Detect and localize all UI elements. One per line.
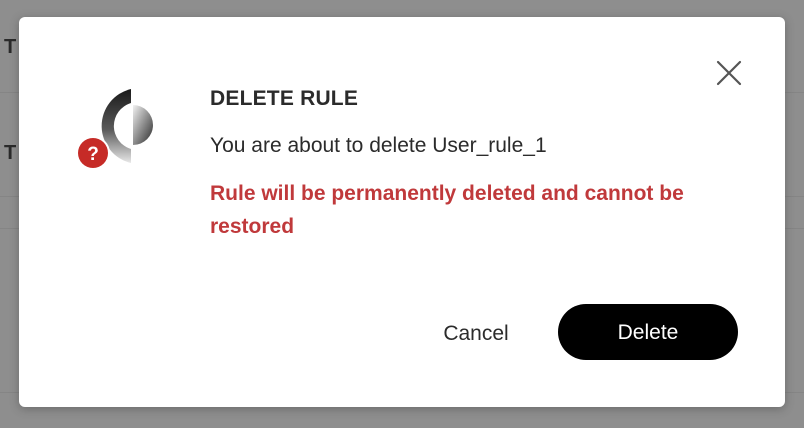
dialog-message: You are about to delete User_rule_1 (210, 134, 547, 157)
background-table-label: T (4, 142, 17, 164)
background-table-label: T (4, 36, 17, 58)
dialog-title: DELETE RULE (210, 87, 359, 110)
dialog-content: DELETE RULE You are about to delete User… (210, 85, 750, 243)
delete-rule-dialog: ? DELETE RULE You are about to delete Us… (19, 17, 785, 407)
delete-button[interactable]: Delete (558, 304, 738, 360)
cancel-button[interactable]: Cancel (424, 313, 528, 353)
question-badge-icon: ? (75, 87, 155, 177)
dialog-warning: Rule will be permanently deleted and can… (210, 182, 684, 238)
svg-text:?: ? (87, 144, 99, 165)
